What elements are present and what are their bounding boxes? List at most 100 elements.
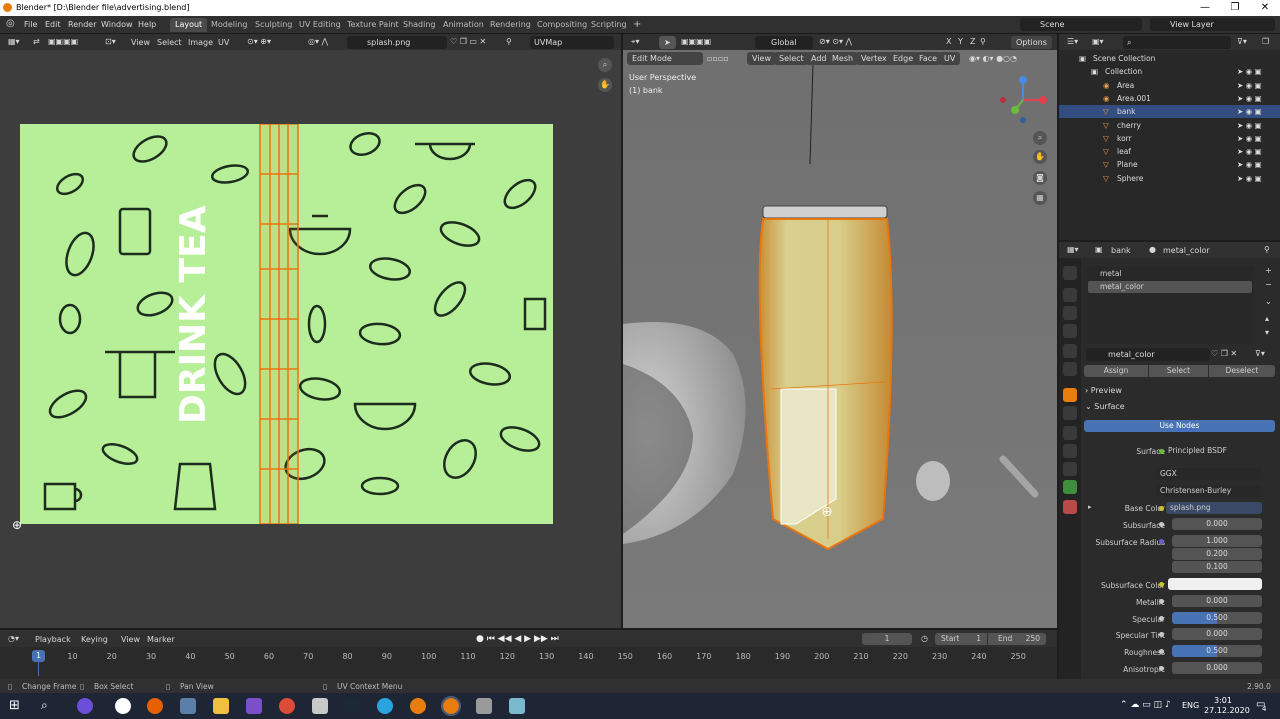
visibility-toggles-icon[interactable]: ➤ ◉ ▣ [1237, 174, 1262, 183]
end-frame-field[interactable]: End 250 [988, 633, 1046, 645]
cortana-icon[interactable] [77, 698, 93, 714]
modifier-tab-icon[interactable] [1063, 406, 1077, 420]
add-slot-button[interactable]: + [1265, 266, 1272, 275]
clock-time[interactable]: 3:01 [1214, 696, 1232, 705]
object-tab-icon[interactable] [1063, 388, 1077, 402]
grid-icon[interactable]: ▦ [1033, 191, 1047, 205]
app-window-icon[interactable] [312, 698, 328, 714]
app-calendar-icon[interactable] [476, 698, 492, 714]
axis-x-toggle[interactable]: X [946, 37, 951, 46]
tool-tab-icon[interactable] [1063, 266, 1077, 280]
visibility-toggles-icon[interactable]: ➤ ◉ ▣ [1237, 94, 1262, 103]
tab-layout[interactable]: Layout [170, 18, 208, 32]
preview-range-icon[interactable]: ◷ [921, 634, 928, 643]
menu-help[interactable]: Help [138, 20, 156, 29]
search-taskbar-icon[interactable]: ⌕ [41, 698, 48, 713]
playhead-line[interactable] [38, 662, 39, 676]
material-link-icon[interactable]: ⊽▾ [1255, 349, 1265, 358]
properties-type-icon[interactable]: ▦▾ [1067, 245, 1079, 254]
input-language[interactable]: ENG [1182, 701, 1199, 710]
particles-tab-icon[interactable] [1063, 426, 1077, 440]
surface-shader-value[interactable]: Principled BSDF [1168, 446, 1227, 455]
menu-render[interactable]: Render [68, 20, 96, 29]
surface-panel-header[interactable]: ⌄ Surface [1085, 402, 1125, 411]
physics-tab-icon[interactable] [1063, 444, 1077, 458]
blender-taskbar-icon[interactable] [410, 698, 426, 714]
scene-selector[interactable]: Scene [1020, 18, 1142, 31]
filter-icon[interactable]: ⊽▾ [1237, 37, 1247, 46]
world-tab-icon[interactable] [1063, 362, 1077, 376]
navigation-gizmo[interactable] [995, 72, 1055, 132]
uv-menu-image[interactable]: Image [188, 38, 213, 47]
ss-color-swatch[interactable] [1168, 578, 1262, 590]
steam-icon[interactable] [344, 698, 360, 714]
deselect-button[interactable]: Deselect [1209, 365, 1275, 377]
tab-scripting[interactable]: Scripting [586, 18, 632, 32]
close-button[interactable]: ✕ [1250, 0, 1280, 16]
select-tool-icon[interactable]: ➤ [659, 36, 676, 49]
3d-viewport[interactable]: ⊕ ⌖▾ ➤ ▣▣▣▣ Global ⊘▾ ⊙▾ ⋀ X Y Z ⚲ Optio… [623, 34, 1057, 628]
mode-selector[interactable]: Edit Mode [627, 52, 703, 65]
outliner-row[interactable]: ▽ bank ➤ ◉ ▣ [1059, 105, 1280, 119]
tab-shading[interactable]: Shading [398, 18, 441, 32]
spec-tint-field[interactable]: 0.000 [1172, 628, 1262, 640]
playhead-frame-badge[interactable]: 1 [32, 650, 45, 662]
remove-slot-button[interactable]: − [1265, 280, 1272, 289]
uv-menu-select[interactable]: Select [157, 38, 182, 47]
material-slot-list[interactable]: metal metal_color [1086, 266, 1254, 344]
outliner-row[interactable]: ◉ Area.001 ➤ ◉ ▣ [1059, 92, 1280, 105]
app-feather-icon[interactable] [246, 698, 262, 714]
visibility-toggles-icon[interactable]: ➤ ◉ ▣ [1237, 160, 1262, 169]
timeline-view-menu[interactable]: View [121, 635, 140, 644]
add-workspace-button[interactable]: + [628, 18, 646, 32]
distribution-dropdown[interactable]: GGX [1156, 468, 1262, 480]
axis-z-toggle[interactable]: Z [970, 37, 975, 46]
outliner-type-icon[interactable]: ☰▾ [1067, 37, 1078, 46]
outliner-search-input[interactable]: ⌕ [1123, 36, 1231, 49]
snap-icons[interactable]: ⊘▾ ⊙▾ ⋀ [819, 37, 852, 46]
tab-rendering[interactable]: Rendering [485, 18, 536, 32]
sync-selection-icon[interactable]: ⇄ [33, 37, 40, 46]
material-actions-icons[interactable]: ♡ ❐ ✕ [1211, 349, 1237, 358]
outliner-row[interactable]: ▣ Scene Collection [1059, 52, 1280, 65]
start-frame-field[interactable]: Start 1 [935, 633, 987, 645]
image-actions-icons[interactable]: ♡ ❐ ▭ ✕ [450, 37, 486, 46]
tab-texture-paint[interactable]: Texture Paint [342, 18, 404, 32]
menu-window[interactable]: Window [101, 20, 133, 29]
subsurface-method-dropdown[interactable]: Christensen-Burley [1156, 485, 1262, 497]
base-color-expand-icon[interactable]: ▸ [1088, 503, 1092, 511]
outliner-row[interactable]: ▣ Collection ➤ ◉ ▣ [1059, 65, 1280, 78]
uvmap-selector[interactable]: UVMap [530, 36, 614, 49]
render-tab-icon[interactable] [1063, 288, 1077, 302]
vertex-edge-face-icons[interactable]: ▫▫▫▫ [707, 54, 729, 63]
file-explorer-icon[interactable] [213, 698, 229, 714]
view-layer-tab-icon[interactable] [1063, 324, 1077, 338]
visibility-toggles-icon[interactable]: ➤ ◉ ▣ [1237, 81, 1262, 90]
orientation-selector[interactable]: Global [755, 36, 813, 49]
camera-icon[interactable]: ◙ [1033, 171, 1047, 185]
mesh-options-icon[interactable]: ⚲ [980, 37, 986, 46]
vp-menu-mesh[interactable]: Mesh [827, 52, 859, 65]
new-collection-icon[interactable]: ❐ [1262, 37, 1269, 46]
move-down-icon[interactable]: ▾ [1265, 328, 1269, 337]
outliner-row[interactable]: ▽ Sphere ➤ ◉ ▣ [1059, 172, 1280, 185]
timeline-type-icon[interactable]: ◔▾ [8, 634, 19, 643]
options-dropdown[interactable]: Options [1011, 36, 1052, 49]
zoom-icon[interactable]: ⌕ [598, 58, 612, 72]
constraints-tab-icon[interactable] [1063, 462, 1077, 476]
vp-pan-icon[interactable]: ✋ [1033, 150, 1047, 164]
axis-y-toggle[interactable]: Y [958, 37, 963, 46]
display-mode-icon[interactable]: ▣▾ [1092, 37, 1104, 46]
sticky-select-icon[interactable]: ⊡▾ [105, 37, 116, 46]
preview-panel-header[interactable]: › Preview [1085, 386, 1122, 395]
tab-sculpting[interactable]: Sculpting [250, 18, 297, 32]
slot-metal[interactable]: metal [1088, 268, 1252, 280]
outliner-row[interactable]: ◉ Area ➤ ◉ ▣ [1059, 79, 1280, 92]
chrome-icon[interactable] [279, 698, 295, 714]
outliner-row[interactable]: ▽ Plane ➤ ◉ ▣ [1059, 158, 1280, 171]
outliner-row[interactable]: ▽ leaf ➤ ◉ ▣ [1059, 145, 1280, 158]
computer-icon[interactable] [180, 698, 196, 714]
tab-compositing[interactable]: Compositing [532, 18, 592, 32]
vp-zoom-icon[interactable]: ⌕ [1033, 131, 1047, 145]
tab-modeling[interactable]: Modeling [206, 18, 252, 32]
